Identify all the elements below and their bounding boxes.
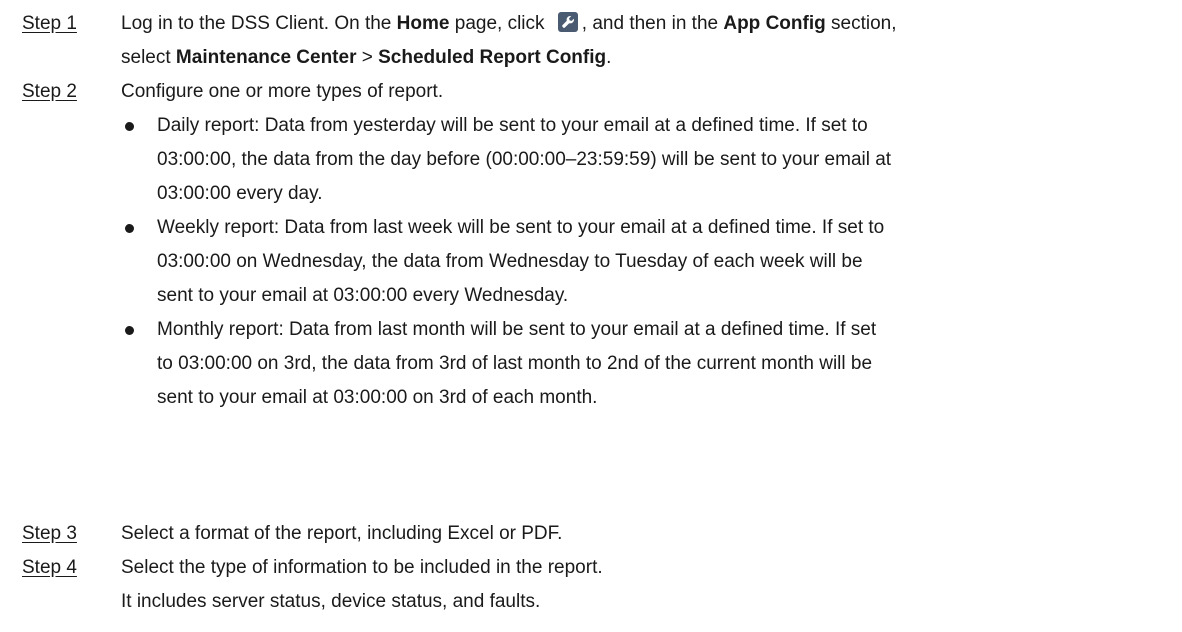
list-item: Weekly report: Data from last week will … [121, 211, 1174, 313]
step-text: Configure one or more types of report. [121, 81, 444, 102]
bullet-line: 03:00:00, the data from the day before (… [157, 149, 892, 170]
text-run: page, click [449, 13, 550, 34]
step-body: Select the type of information to be inc… [121, 551, 1174, 619]
text-run: . [606, 47, 612, 68]
bullet-line: 03:00:00 on Wednesday, the data from Wed… [157, 251, 863, 272]
text-run: Log in to the DSS Client. On the [121, 13, 397, 34]
step-label: Step 4 [22, 557, 77, 578]
menu-separator: > [356, 47, 379, 68]
step-label: Step 3 [22, 523, 77, 544]
bullet-line: Daily report: Data from yesterday will b… [157, 115, 868, 136]
bullet-line: Weekly report: Data from last week will … [157, 217, 885, 238]
bullet-line: sent to your email at 03:00:00 on 3rd of… [157, 387, 598, 408]
bullet-list: Daily report: Data from yesterday will b… [121, 109, 1174, 415]
text-run: section, [825, 13, 897, 34]
bullet-line: to 03:00:00 on 3rd, the data from 3rd of… [157, 353, 873, 374]
text-run: , and then in the [581, 13, 724, 34]
ui-term-app-config: App Config [723, 13, 826, 34]
ui-term-home: Home [396, 13, 450, 34]
bullet-line: 03:00:00 every day. [157, 183, 323, 204]
step-text: Select the type of information to be inc… [121, 557, 603, 578]
bullet-icon [125, 224, 134, 233]
bullet-line: Monthly report: Data from last month wil… [157, 319, 877, 340]
step-body: Configure one or more types of report. D… [121, 75, 1174, 415]
step-body: Log in to the DSS Client. On the Home pa… [121, 7, 1174, 75]
text-run: select [121, 47, 176, 68]
bullet-icon [125, 122, 134, 131]
step-label: Step 2 [22, 81, 77, 102]
document-page: Step 1 Log in to the DSS Client. On the … [0, 0, 1182, 632]
bullet-line: sent to your email at 03:00:00 every Wed… [157, 285, 569, 306]
step-text: It includes server status, device status… [121, 591, 541, 612]
list-item: Daily report: Data from yesterday will b… [121, 109, 1174, 211]
step-text-line: select Maintenance Center > Scheduled Re… [121, 41, 1174, 75]
step-text-line: Log in to the DSS Client. On the Home pa… [121, 7, 1174, 41]
step-label: Step 1 [22, 13, 77, 34]
wrench-icon [557, 12, 578, 32]
step-body: Select a format of the report, including… [121, 517, 1174, 551]
list-item: Monthly report: Data from last month wil… [121, 313, 1174, 415]
bullet-icon [125, 326, 134, 335]
step-text: Select a format of the report, including… [121, 523, 563, 544]
ui-term-maintenance-center: Maintenance Center [175, 47, 357, 68]
ui-term-scheduled-report-config: Scheduled Report Config [378, 47, 607, 68]
